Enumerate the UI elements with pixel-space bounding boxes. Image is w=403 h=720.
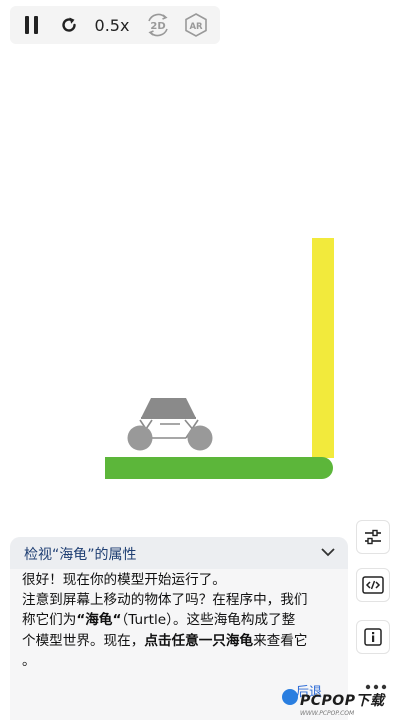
code-button[interactable] — [356, 568, 390, 602]
text-line: 注意到屏幕上移动的物体了吗？在程序中，我们 — [22, 592, 308, 609]
chevron-down-icon[interactable] — [320, 546, 336, 558]
panel-title: 检视“海龟”的属性 — [24, 547, 137, 563]
left-wheel — [127, 425, 153, 451]
settings-sliders-icon — [365, 529, 381, 545]
text-line: 很好！现在你的模型开始运行了。 — [22, 572, 226, 588]
text-line: 称它们为“海龟“（Turtle）。这些海龟构成了整 — [22, 612, 296, 629]
green-ground-turtle[interactable] — [105, 457, 333, 479]
panel-body-text: 很好！现在你的模型开始运行了。 注意到屏幕上移动的物体了吗？在程序中，我们 称它… — [22, 570, 344, 671]
info-icon — [364, 628, 382, 646]
yellow-pillar-turtle[interactable] — [312, 238, 334, 458]
watermark: PCPOP下载 WWW.PCPOP.COM — [300, 693, 385, 717]
code-icon — [362, 576, 384, 594]
model-scene[interactable] — [0, 0, 403, 530]
text-line: 个模型世界。现在，点击任意一只海龟来查看它 — [22, 632, 308, 649]
car-turtle[interactable] — [127, 398, 213, 451]
text-line: 。 — [22, 652, 36, 669]
right-wheel — [187, 425, 213, 451]
panel-header[interactable]: 检视“海龟”的属性 — [10, 537, 348, 569]
info-button[interactable] — [356, 620, 390, 654]
settings-button[interactable] — [356, 520, 390, 554]
